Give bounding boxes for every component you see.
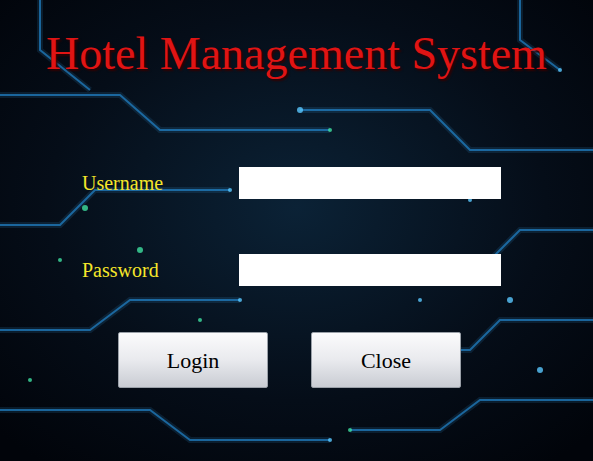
close-button[interactable]: Close xyxy=(311,332,461,388)
username-input[interactable] xyxy=(239,167,501,199)
button-row: Login Close xyxy=(0,332,593,388)
login-window: Hotel Management System Username Password L… xyxy=(0,0,593,461)
app-title: Hotel Management System xyxy=(0,0,593,81)
login-form: Username Password xyxy=(0,167,593,286)
username-label: Username xyxy=(82,171,239,195)
username-row: Username xyxy=(82,167,593,199)
password-label: Password xyxy=(82,258,239,282)
password-input[interactable] xyxy=(239,254,501,286)
login-button[interactable]: Login xyxy=(118,332,268,388)
password-row: Password xyxy=(82,254,593,286)
login-content: Hotel Management System Username Password L… xyxy=(0,0,593,388)
